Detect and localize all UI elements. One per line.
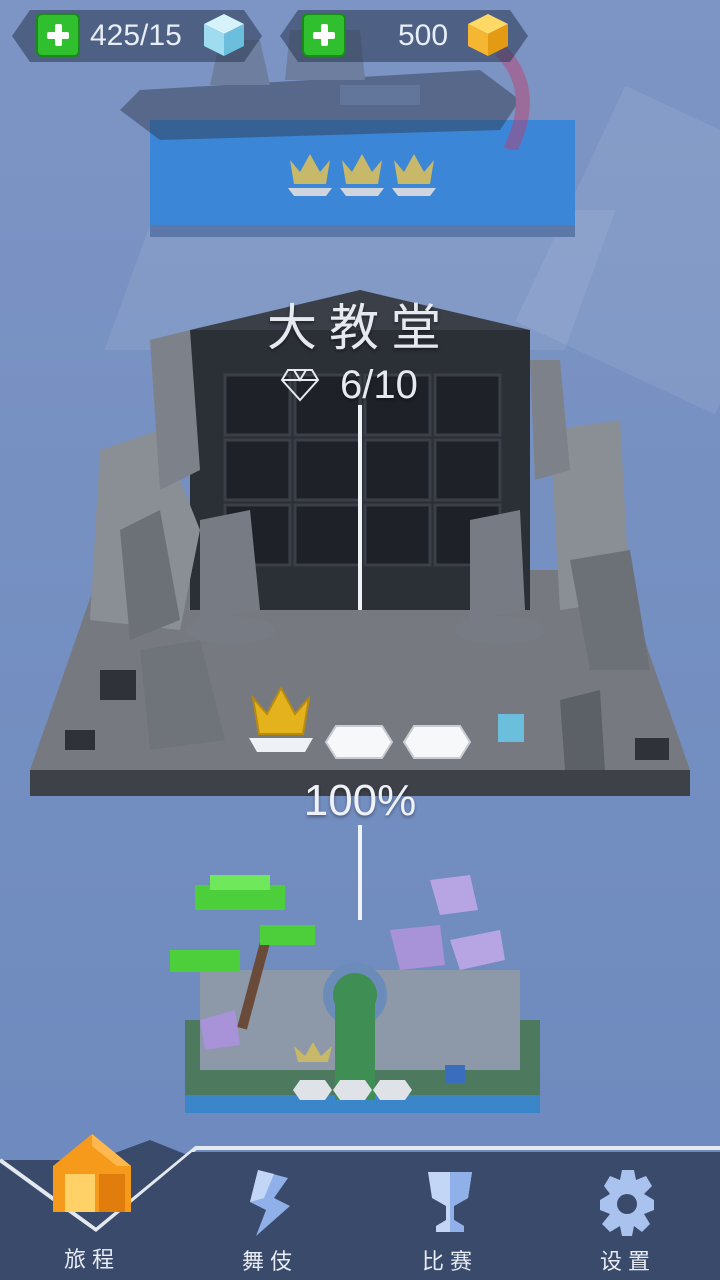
add-energy-button[interactable] bbox=[36, 13, 80, 57]
nav-label-settings: 设置 bbox=[599, 1250, 656, 1275]
gold-value: 500 bbox=[398, 19, 449, 52]
ice-cube-icon bbox=[204, 14, 244, 56]
nav-tab-contest[interactable]: 比赛 bbox=[390, 1160, 510, 1280]
level-progress-percent: 100% bbox=[303, 776, 417, 825]
level-title: 大教堂 bbox=[267, 299, 453, 357]
trophy-icon bbox=[428, 1172, 472, 1232]
crown-icon bbox=[392, 154, 436, 196]
energy-value: 425/15 bbox=[90, 19, 182, 52]
nav-tab-journey[interactable]: 旅程 bbox=[32, 1120, 152, 1273]
diamond-icon bbox=[280, 369, 320, 402]
lightning-icon bbox=[250, 1170, 290, 1236]
nav-label-dancer: 舞伎 bbox=[241, 1250, 298, 1275]
gear-icon bbox=[600, 1170, 654, 1236]
gem-counter: 6/10 bbox=[280, 360, 418, 410]
nav-tab-settings[interactable]: 设置 bbox=[568, 1160, 688, 1280]
nav-label-contest: 比赛 bbox=[421, 1250, 478, 1275]
nav-label-journey: 旅程 bbox=[63, 1248, 120, 1273]
house-icon bbox=[53, 1134, 131, 1212]
crown-earned-icon bbox=[249, 686, 313, 752]
crown-slot-empty bbox=[324, 725, 394, 759]
add-gold-button[interactable] bbox=[302, 13, 346, 57]
crown-icon bbox=[340, 154, 384, 196]
progress-line bbox=[358, 405, 362, 610]
nav-tab-dancer[interactable]: 舞伎 bbox=[210, 1160, 330, 1280]
crown-slot-empty bbox=[402, 725, 472, 759]
gem-count: 6/10 bbox=[340, 362, 418, 407]
gold-cube-icon bbox=[468, 14, 508, 56]
level-platform-garden[interactable] bbox=[160, 870, 560, 1130]
crown-icon bbox=[288, 154, 332, 196]
